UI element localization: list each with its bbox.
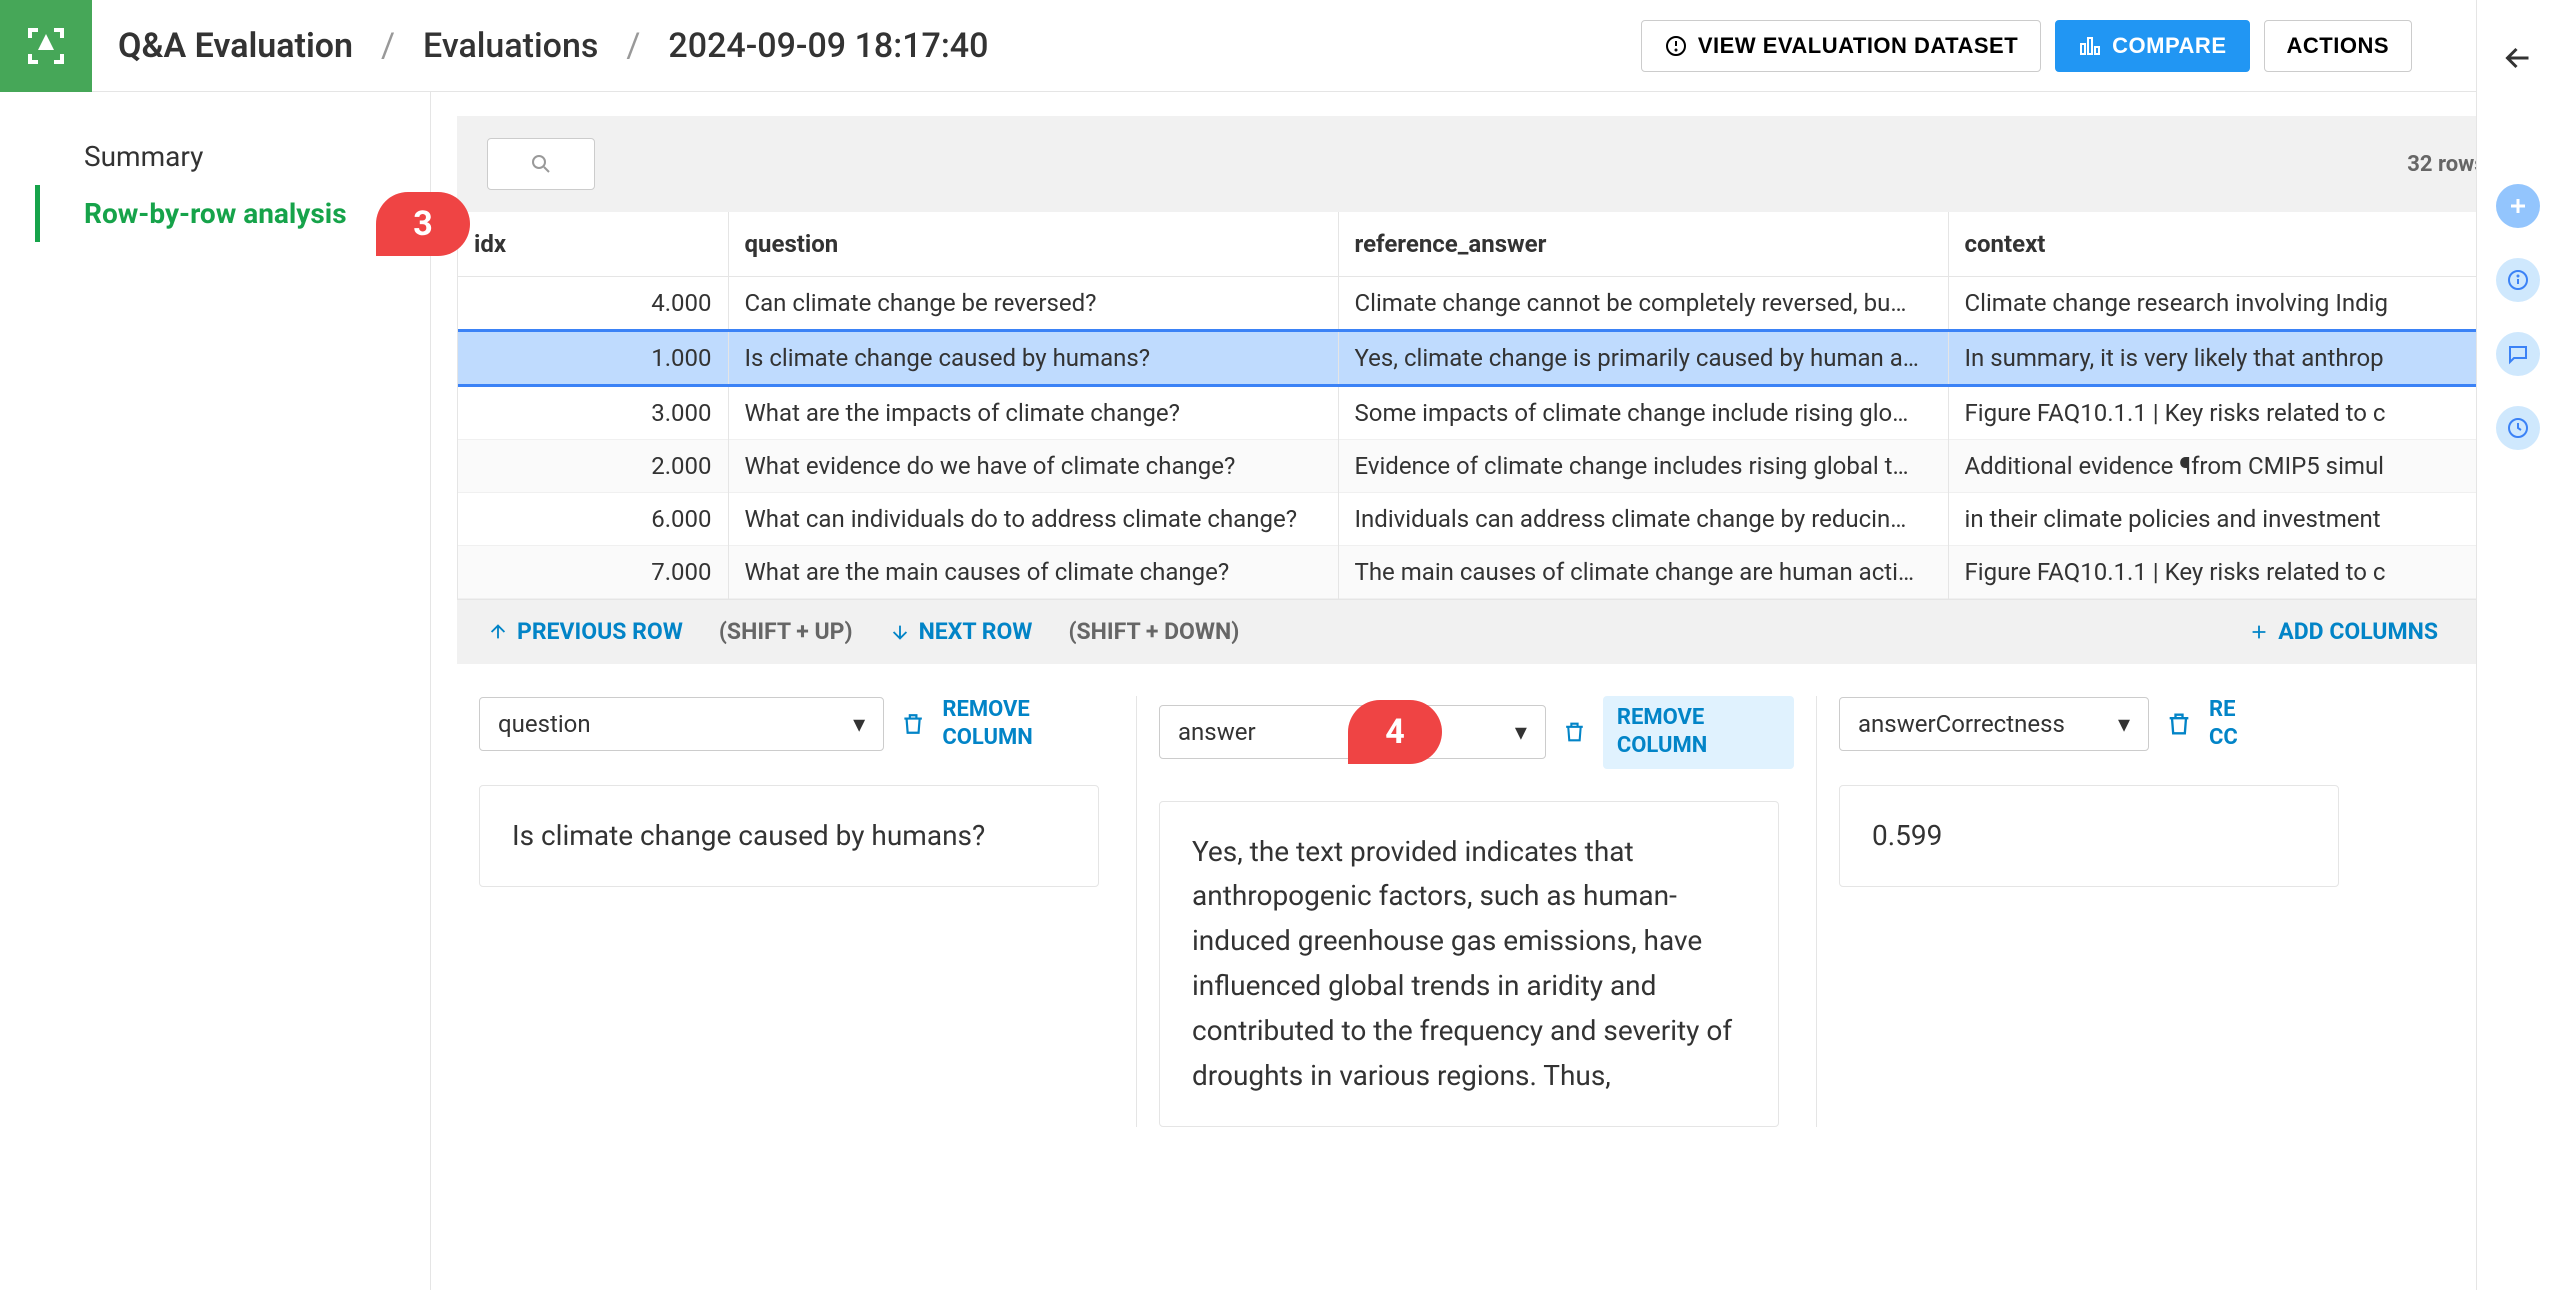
column-body: 0.599 [1839,785,2339,888]
rail-history-button[interactable] [2496,406,2540,450]
remove-column-button[interactable]: REMOVE COLUMN [942,696,1114,753]
column-select[interactable]: answerCorrectness▾ [1839,697,2149,751]
column-body: Is climate change caused by humans? [479,785,1099,888]
table-row[interactable]: 2.000 What evidence do we have of climat… [458,439,2531,492]
arrow-up-icon [487,621,509,643]
cell-context: Figure FAQ10.1.1 | Key risks related to … [1948,385,2531,439]
detail-column: answer▾ REMOVE COLUMN Yes, the text prov… [1137,696,1817,1128]
table-row[interactable]: 3.000 What are the impacts of climate ch… [458,385,2531,439]
detail-column: answerCorrectness▾ RECC 0.599 [1817,696,2377,1128]
table-row[interactable]: 4.000 Can climate change be reversed? Cl… [458,276,2531,330]
cell-idx: 2.000 [458,439,728,492]
col-reference-answer[interactable]: reference_answer [1338,212,1948,276]
remove-column-button[interactable]: RECC [2209,696,2238,753]
search-icon [529,152,553,176]
chevron-down-icon: ▾ [1515,718,1527,746]
cell-idx: 6.000 [458,492,728,545]
back-arrow-icon[interactable] [2500,40,2536,76]
table-row[interactable]: 7.000 What are the main causes of climat… [458,545,2531,598]
rail-chat-button[interactable] [2496,332,2540,376]
bc-ts[interactable]: 2024-09-09 18:17:40 [668,26,988,66]
info-icon [2506,268,2530,292]
breadcrumb: Q&A Evaluation / Evaluations / 2024-09-0… [118,26,1641,66]
rail-add-button[interactable] [2496,184,2540,228]
table-row[interactable]: 6.000 What can individuals do to address… [458,492,2531,545]
cell-idx: 3.000 [458,385,728,439]
actions-button[interactable]: ACTIONS [2264,20,2413,72]
cell-idx: 1.000 [458,330,728,385]
data-table: idx question reference_answer context 4.… [457,212,2532,600]
sidebar-summary[interactable]: Summary [40,128,430,185]
cell-reference-answer: Yes, climate change is primarily caused … [1338,330,1948,385]
plus-icon [2248,621,2270,643]
column-select[interactable]: question▾ [479,697,884,751]
cell-question: What are the impacts of climate change? [728,385,1338,439]
cell-question: What are the main causes of climate chan… [728,545,1338,598]
remove-column-button[interactable]: REMOVE COLUMN [1603,696,1794,769]
cell-context: Climate change research involving Indig [1948,276,2531,330]
cell-idx: 4.000 [458,276,728,330]
bc-root[interactable]: Q&A Evaluation [118,26,353,66]
cell-question: What can individuals do to address clima… [728,492,1338,545]
view-dataset-button[interactable]: VIEW EVALUATION DATASET [1641,20,2041,72]
chevron-down-icon: ▾ [853,710,865,738]
prev-hint: (SHIFT + UP) [719,618,853,645]
cell-context: Additional evidence ¶from CMIP5 simul [1948,439,2531,492]
plus-icon [2506,194,2530,218]
prev-row-button[interactable]: PREVIOUS ROW [487,618,683,645]
detail-column: question▾ REMOVE COLUMN Is climate chang… [457,696,1137,1128]
callout-badge-3: 3 [376,192,470,256]
cell-question: What evidence do we have of climate chan… [728,439,1338,492]
trash-icon[interactable] [1562,718,1587,746]
cell-reference-answer: Individuals can address climate change b… [1338,492,1948,545]
cell-context: Figure FAQ10.1.1 | Key risks related to … [1948,545,2531,598]
cell-reference-answer: Climate change cannot be completely reve… [1338,276,1948,330]
cell-reference-answer: The main causes of climate change are hu… [1338,545,1948,598]
app-logo[interactable] [0,0,92,92]
cell-question: Can climate change be reversed? [728,276,1338,330]
arrow-down-icon [889,621,911,643]
row-count: 32 rows [2407,152,2485,177]
cell-idx: 7.000 [458,545,728,598]
cell-question: Is climate change caused by humans? [728,330,1338,385]
table-row[interactable]: 1.000 Is climate change caused by humans… [458,330,2531,385]
clock-icon [2506,416,2530,440]
trash-icon[interactable] [2165,710,2193,738]
cell-context: in their climate policies and investment [1948,492,2531,545]
search-input[interactable] [487,138,595,190]
cell-reference-answer: Some impacts of climate change include r… [1338,385,1948,439]
chat-icon [2506,342,2530,366]
add-columns-button[interactable]: ADD COLUMNS [2248,618,2438,645]
compare-button[interactable]: COMPARE [2055,20,2249,72]
rail-info-button[interactable] [2496,258,2540,302]
bc-mid[interactable]: Evaluations [423,26,598,66]
col-context[interactable]: context [1948,212,2531,276]
next-hint: (SHIFT + DOWN) [1068,618,1239,645]
trash-icon[interactable] [900,710,926,738]
cell-context: In summary, it is very likely that anthr… [1948,330,2531,385]
col-question[interactable]: question [728,212,1338,276]
callout-badge-4: 4 [1348,700,1442,764]
next-row-button[interactable]: NEXT ROW [889,618,1033,645]
cell-reference-answer: Evidence of climate change includes risi… [1338,439,1948,492]
chevron-down-icon: ▾ [2118,710,2130,738]
column-body: Yes, the text provided indicates that an… [1159,801,1779,1128]
col-idx[interactable]: idx [458,212,728,276]
